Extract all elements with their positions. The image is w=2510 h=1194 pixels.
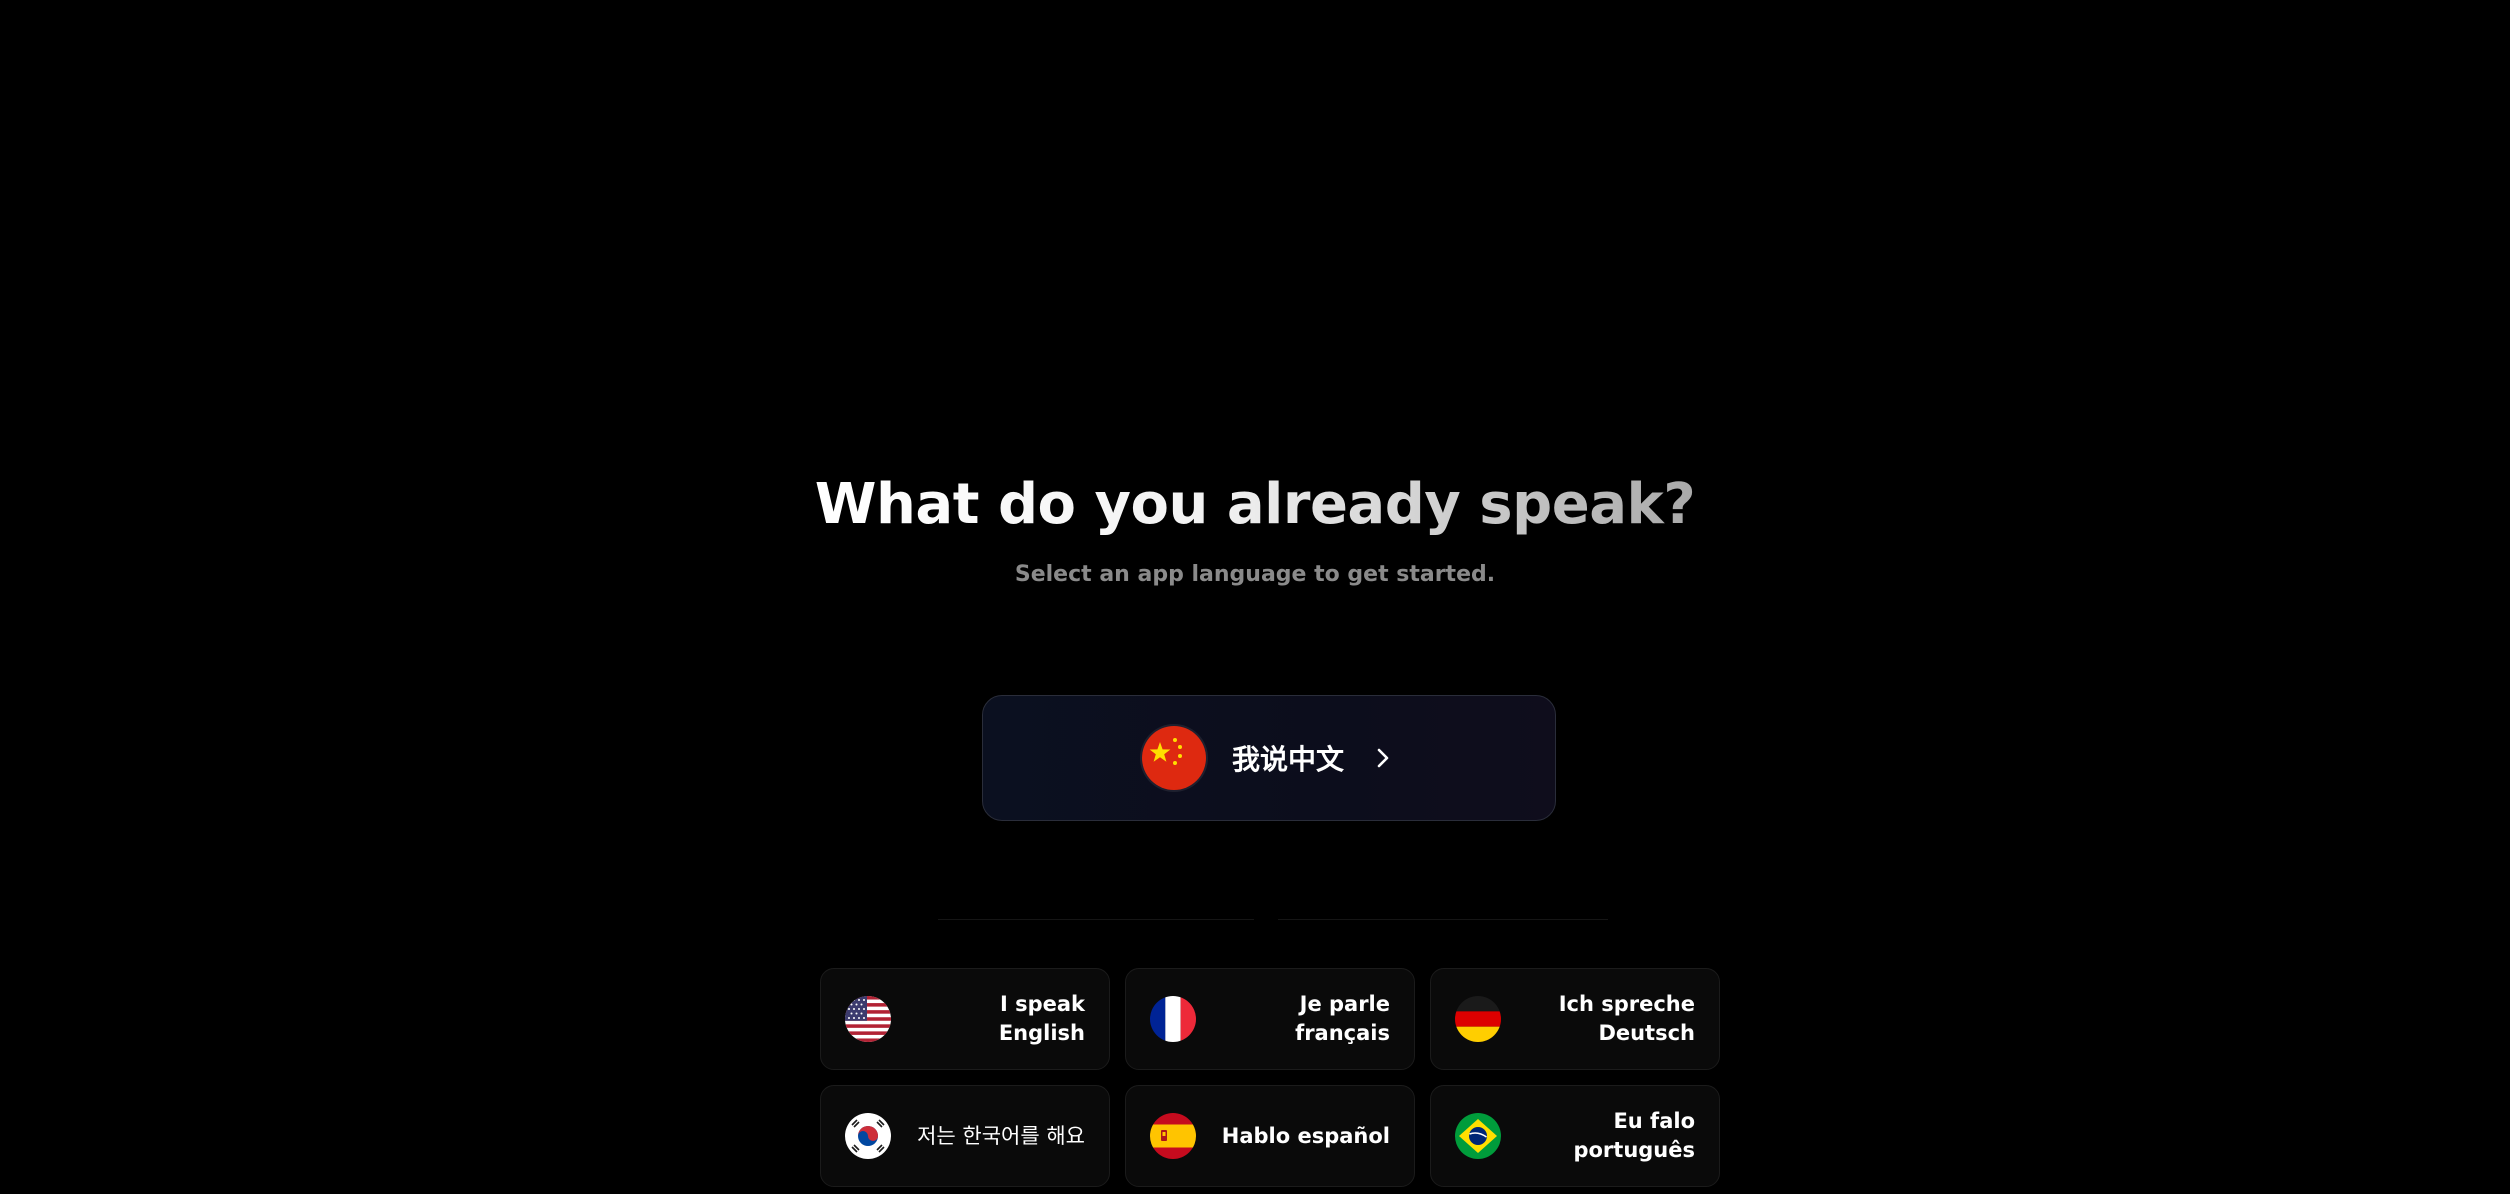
- china-flag-icon: [1141, 726, 1206, 790]
- language-label: I speak English: [998, 992, 1085, 1045]
- germany-flag-icon: [1455, 996, 1501, 1042]
- language-card-korean[interactable]: 저는 한국어를 해요: [820, 1085, 1110, 1187]
- language-label: Ich spreche Deutsch: [1558, 992, 1695, 1045]
- divider-right: [1278, 919, 1608, 920]
- language-grid: I speak English Je parle français Ich sp…: [820, 968, 1720, 1187]
- language-label: Eu falo português: [1573, 1109, 1695, 1162]
- language-card-portuguese[interactable]: Eu falo português: [1430, 1085, 1720, 1187]
- page-subtitle: Select an app language to get started.: [1014, 562, 1496, 587]
- header: What do you already speak? Select an app…: [0, 470, 2510, 587]
- language-card-german[interactable]: Ich spreche Deutsch: [1430, 968, 1720, 1070]
- language-label: 저는 한국어를 해요: [917, 1123, 1085, 1148]
- language-card-french[interactable]: Je parle français: [1125, 968, 1415, 1070]
- language-label: Hablo español: [1221, 1123, 1390, 1148]
- brazil-flag-icon: [1455, 1113, 1501, 1159]
- featured-language-button[interactable]: 我说中文: [982, 695, 1556, 821]
- page-title: What do you already speak?: [815, 470, 1696, 540]
- spain-flag-icon: [1150, 1113, 1196, 1159]
- language-label: Je parle français: [1295, 992, 1390, 1045]
- featured-language-label: 我说中文: [1231, 743, 1344, 776]
- korea-flag-icon: [845, 1113, 891, 1159]
- language-card-english[interactable]: I speak English: [820, 968, 1110, 1070]
- usa-flag-icon: [845, 996, 891, 1042]
- chevron-right-icon: [1370, 745, 1396, 771]
- language-card-spanish[interactable]: Hablo español: [1125, 1085, 1415, 1187]
- france-flag-icon: [1150, 996, 1196, 1042]
- divider-left: [938, 919, 1254, 920]
